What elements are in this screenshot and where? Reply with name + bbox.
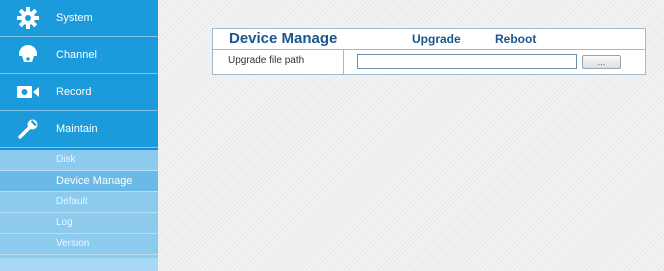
sidebar-submenu: Disk Device Manage Default Log Version [0, 150, 158, 271]
upgrade-path-row: Upgrade file path ... [213, 50, 645, 74]
sidebar-subitem-disk[interactable]: Disk [0, 150, 158, 171]
device-manage-panel: Device Manage Upgrade Reboot Upgrade fil… [212, 28, 646, 75]
tab-device-manage[interactable]: Device Manage [229, 30, 337, 47]
sidebar-footer [0, 258, 158, 271]
upgrade-path-input[interactable] [357, 54, 577, 69]
sidebar-item-system[interactable]: System [0, 0, 158, 37]
upgrade-path-label: Upgrade file path [228, 55, 305, 66]
sidebar: System Channel Record Maintain Disk Devi… [0, 0, 158, 271]
sidebar-item-maintain[interactable]: Maintain [0, 111, 158, 148]
row-divider [343, 50, 344, 74]
sidebar-item-label: Record [56, 86, 92, 98]
dome-camera-icon [0, 44, 56, 66]
tab-reboot[interactable]: Reboot [495, 32, 536, 46]
sidebar-item-label: Maintain [56, 123, 98, 135]
sidebar-subitem-log[interactable]: Log [0, 213, 158, 234]
sidebar-subitem-version[interactable]: Version [0, 234, 158, 255]
video-camera-icon [0, 84, 56, 100]
sidebar-item-record[interactable]: Record [0, 74, 158, 111]
sidebar-item-label: Channel [56, 49, 97, 61]
panel-header: Device Manage Upgrade Reboot [213, 29, 645, 50]
sidebar-item-label: System [56, 12, 93, 24]
sidebar-subitem-device-manage[interactable]: Device Manage [0, 171, 158, 192]
tab-upgrade[interactable]: Upgrade [412, 32, 461, 46]
browse-button[interactable]: ... [582, 55, 621, 69]
sidebar-item-channel[interactable]: Channel [0, 37, 158, 74]
gear-icon [0, 6, 56, 30]
wrench-icon [0, 117, 56, 141]
sidebar-subitem-default[interactable]: Default [0, 192, 158, 213]
